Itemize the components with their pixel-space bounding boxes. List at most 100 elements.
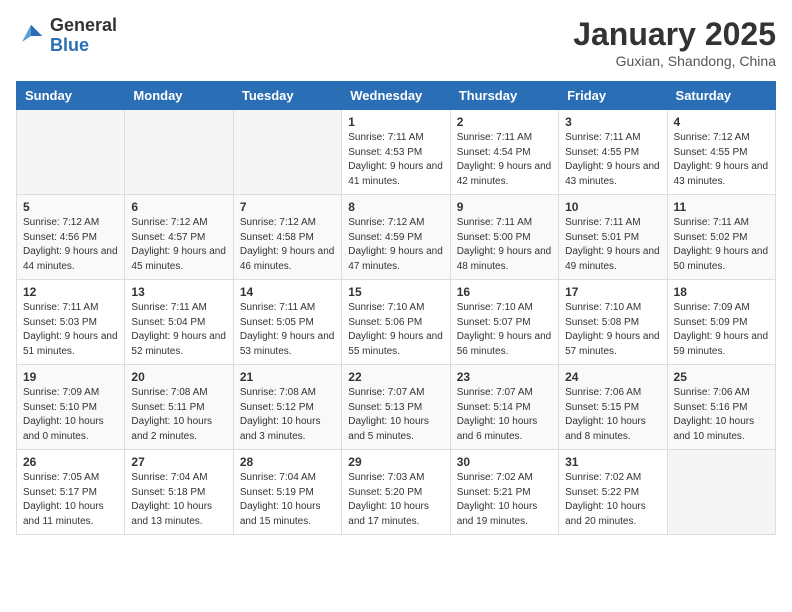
calendar-cell: 3 Sunrise: 7:11 AM Sunset: 4:55 PM Daylig…: [559, 110, 667, 195]
day-number: 8: [348, 200, 443, 214]
day-info: Sunrise: 7:10 AM Sunset: 5:06 PM Dayligh…: [348, 301, 443, 359]
day-number: 24: [565, 370, 660, 384]
day-info: Sunrise: 7:07 AM Sunset: 5:14 PM Dayligh…: [457, 386, 552, 444]
day-number: 26: [23, 455, 118, 469]
day-number: 23: [457, 370, 552, 384]
calendar-cell: 24 Sunrise: 7:06 AM Sunset: 5:15 PM Dayli…: [559, 365, 667, 450]
calendar-week-row: 5 Sunrise: 7:12 AM Sunset: 4:56 PM Daylig…: [17, 195, 776, 280]
calendar-cell: 21 Sunrise: 7:08 AM Sunset: 5:12 PM Dayli…: [233, 365, 341, 450]
calendar-cell: 10 Sunrise: 7:11 AM Sunset: 5:01 PM Dayli…: [559, 195, 667, 280]
logo-general-text: General: [50, 15, 117, 35]
calendar-cell: 2 Sunrise: 7:11 AM Sunset: 4:54 PM Daylig…: [450, 110, 558, 195]
day-number: 31: [565, 455, 660, 469]
calendar-cell: [125, 110, 233, 195]
logo-icon: [16, 21, 46, 51]
day-number: 27: [131, 455, 226, 469]
day-info: Sunrise: 7:12 AM Sunset: 4:56 PM Dayligh…: [23, 216, 118, 274]
day-number: 3: [565, 115, 660, 129]
calendar-cell: 15 Sunrise: 7:10 AM Sunset: 5:06 PM Dayli…: [342, 280, 450, 365]
calendar-cell: 1 Sunrise: 7:11 AM Sunset: 4:53 PM Daylig…: [342, 110, 450, 195]
day-number: 13: [131, 285, 226, 299]
calendar-cell: 31 Sunrise: 7:02 AM Sunset: 5:22 PM Dayli…: [559, 450, 667, 535]
day-number: 14: [240, 285, 335, 299]
day-number: 2: [457, 115, 552, 129]
day-number: 18: [674, 285, 769, 299]
day-info: Sunrise: 7:11 AM Sunset: 5:03 PM Dayligh…: [23, 301, 118, 359]
day-info: Sunrise: 7:06 AM Sunset: 5:16 PM Dayligh…: [674, 386, 769, 444]
day-info: Sunrise: 7:11 AM Sunset: 4:54 PM Dayligh…: [457, 131, 552, 189]
calendar-cell: 11 Sunrise: 7:11 AM Sunset: 5:02 PM Dayli…: [667, 195, 775, 280]
day-info: Sunrise: 7:07 AM Sunset: 5:13 PM Dayligh…: [348, 386, 443, 444]
calendar-cell: 27 Sunrise: 7:04 AM Sunset: 5:18 PM Dayli…: [125, 450, 233, 535]
calendar-week-row: 19Sunrise: 7:09 AM Sunset: 5:10 PM Dayli…: [17, 365, 776, 450]
day-info: Sunrise: 7:12 AM Sunset: 4:57 PM Dayligh…: [131, 216, 226, 274]
calendar-cell: [233, 110, 341, 195]
day-info: Sunrise: 7:11 AM Sunset: 4:53 PM Dayligh…: [348, 131, 443, 189]
day-number: 21: [240, 370, 335, 384]
calendar-cell: 19Sunrise: 7:09 AM Sunset: 5:10 PM Dayli…: [17, 365, 125, 450]
day-number: 15: [348, 285, 443, 299]
day-number: 4: [674, 115, 769, 129]
day-number: 9: [457, 200, 552, 214]
day-info: Sunrise: 7:12 AM Sunset: 4:55 PM Dayligh…: [674, 131, 769, 189]
calendar-cell: 28 Sunrise: 7:04 AM Sunset: 5:19 PM Dayli…: [233, 450, 341, 535]
calendar-cell: 30 Sunrise: 7:02 AM Sunset: 5:21 PM Dayli…: [450, 450, 558, 535]
day-info: Sunrise: 7:08 AM Sunset: 5:12 PM Dayligh…: [240, 386, 335, 444]
calendar-cell: 5 Sunrise: 7:12 AM Sunset: 4:56 PM Daylig…: [17, 195, 125, 280]
day-number: 1: [348, 115, 443, 129]
day-info: Sunrise: 7:04 AM Sunset: 5:18 PM Dayligh…: [131, 471, 226, 529]
day-of-week-header: Thursday: [450, 82, 558, 110]
day-info: Sunrise: 7:06 AM Sunset: 5:15 PM Dayligh…: [565, 386, 660, 444]
calendar-cell: 6 Sunrise: 7:12 AM Sunset: 4:57 PM Daylig…: [125, 195, 233, 280]
day-of-week-header: Friday: [559, 82, 667, 110]
day-info: Sunrise: 7:08 AM Sunset: 5:11 PM Dayligh…: [131, 386, 226, 444]
calendar-week-row: 1 Sunrise: 7:11 AM Sunset: 4:53 PM Daylig…: [17, 110, 776, 195]
day-number: 20: [131, 370, 226, 384]
calendar-cell: 29Sunrise: 7:03 AM Sunset: 5:20 PM Dayli…: [342, 450, 450, 535]
calendar-week-row: 26 Sunrise: 7:05 AM Sunset: 5:17 PM Dayli…: [17, 450, 776, 535]
day-info: Sunrise: 7:11 AM Sunset: 5:02 PM Dayligh…: [674, 216, 769, 274]
calendar-cell: 4 Sunrise: 7:12 AM Sunset: 4:55 PM Daylig…: [667, 110, 775, 195]
day-of-week-header: Monday: [125, 82, 233, 110]
calendar-week-row: 12 Sunrise: 7:11 AM Sunset: 5:03 PM Dayli…: [17, 280, 776, 365]
day-number: 25: [674, 370, 769, 384]
day-number: 11: [674, 200, 769, 214]
day-of-week-header: Tuesday: [233, 82, 341, 110]
calendar-cell: 20 Sunrise: 7:08 AM Sunset: 5:11 PM Dayli…: [125, 365, 233, 450]
day-number: 10: [565, 200, 660, 214]
day-info: Sunrise: 7:10 AM Sunset: 5:07 PM Dayligh…: [457, 301, 552, 359]
day-number: 30: [457, 455, 552, 469]
day-number: 5: [23, 200, 118, 214]
calendar-cell: [17, 110, 125, 195]
day-info: Sunrise: 7:11 AM Sunset: 5:05 PM Dayligh…: [240, 301, 335, 359]
day-info: Sunrise: 7:11 AM Sunset: 5:01 PM Dayligh…: [565, 216, 660, 274]
day-number: 19: [23, 370, 118, 384]
day-info: Sunrise: 7:11 AM Sunset: 4:55 PM Dayligh…: [565, 131, 660, 189]
calendar-cell: 16Sunrise: 7:10 AM Sunset: 5:07 PM Dayli…: [450, 280, 558, 365]
page-header: General Blue January 2025 Guxian, Shando…: [16, 16, 776, 69]
day-info: Sunrise: 7:05 AM Sunset: 5:17 PM Dayligh…: [23, 471, 118, 529]
day-number: 6: [131, 200, 226, 214]
day-info: Sunrise: 7:02 AM Sunset: 5:21 PM Dayligh…: [457, 471, 552, 529]
calendar-cell: 9Sunrise: 7:11 AM Sunset: 5:00 PM Daylig…: [450, 195, 558, 280]
day-number: 17: [565, 285, 660, 299]
logo-blue-text: Blue: [50, 35, 89, 55]
day-info: Sunrise: 7:11 AM Sunset: 5:04 PM Dayligh…: [131, 301, 226, 359]
calendar-cell: 7Sunrise: 7:12 AM Sunset: 4:58 PM Daylig…: [233, 195, 341, 280]
calendar-cell: 13 Sunrise: 7:11 AM Sunset: 5:04 PM Dayli…: [125, 280, 233, 365]
day-info: Sunrise: 7:12 AM Sunset: 4:58 PM Dayligh…: [240, 216, 335, 274]
day-info: Sunrise: 7:04 AM Sunset: 5:19 PM Dayligh…: [240, 471, 335, 529]
day-number: 28: [240, 455, 335, 469]
day-of-week-header: Wednesday: [342, 82, 450, 110]
calendar-table: SundayMondayTuesdayWednesdayThursdayFrid…: [16, 81, 776, 535]
day-info: Sunrise: 7:12 AM Sunset: 4:59 PM Dayligh…: [348, 216, 443, 274]
calendar-cell: 22Sunrise: 7:07 AM Sunset: 5:13 PM Dayli…: [342, 365, 450, 450]
calendar-cell: 12 Sunrise: 7:11 AM Sunset: 5:03 PM Dayli…: [17, 280, 125, 365]
calendar-cell: 26 Sunrise: 7:05 AM Sunset: 5:17 PM Dayli…: [17, 450, 125, 535]
day-info: Sunrise: 7:10 AM Sunset: 5:08 PM Dayligh…: [565, 301, 660, 359]
day-number: 12: [23, 285, 118, 299]
day-info: Sunrise: 7:02 AM Sunset: 5:22 PM Dayligh…: [565, 471, 660, 529]
calendar-header-row: SundayMondayTuesdayWednesdayThursdayFrid…: [17, 82, 776, 110]
calendar-cell: 17 Sunrise: 7:10 AM Sunset: 5:08 PM Dayli…: [559, 280, 667, 365]
calendar-cell: 25 Sunrise: 7:06 AM Sunset: 5:16 PM Dayli…: [667, 365, 775, 450]
